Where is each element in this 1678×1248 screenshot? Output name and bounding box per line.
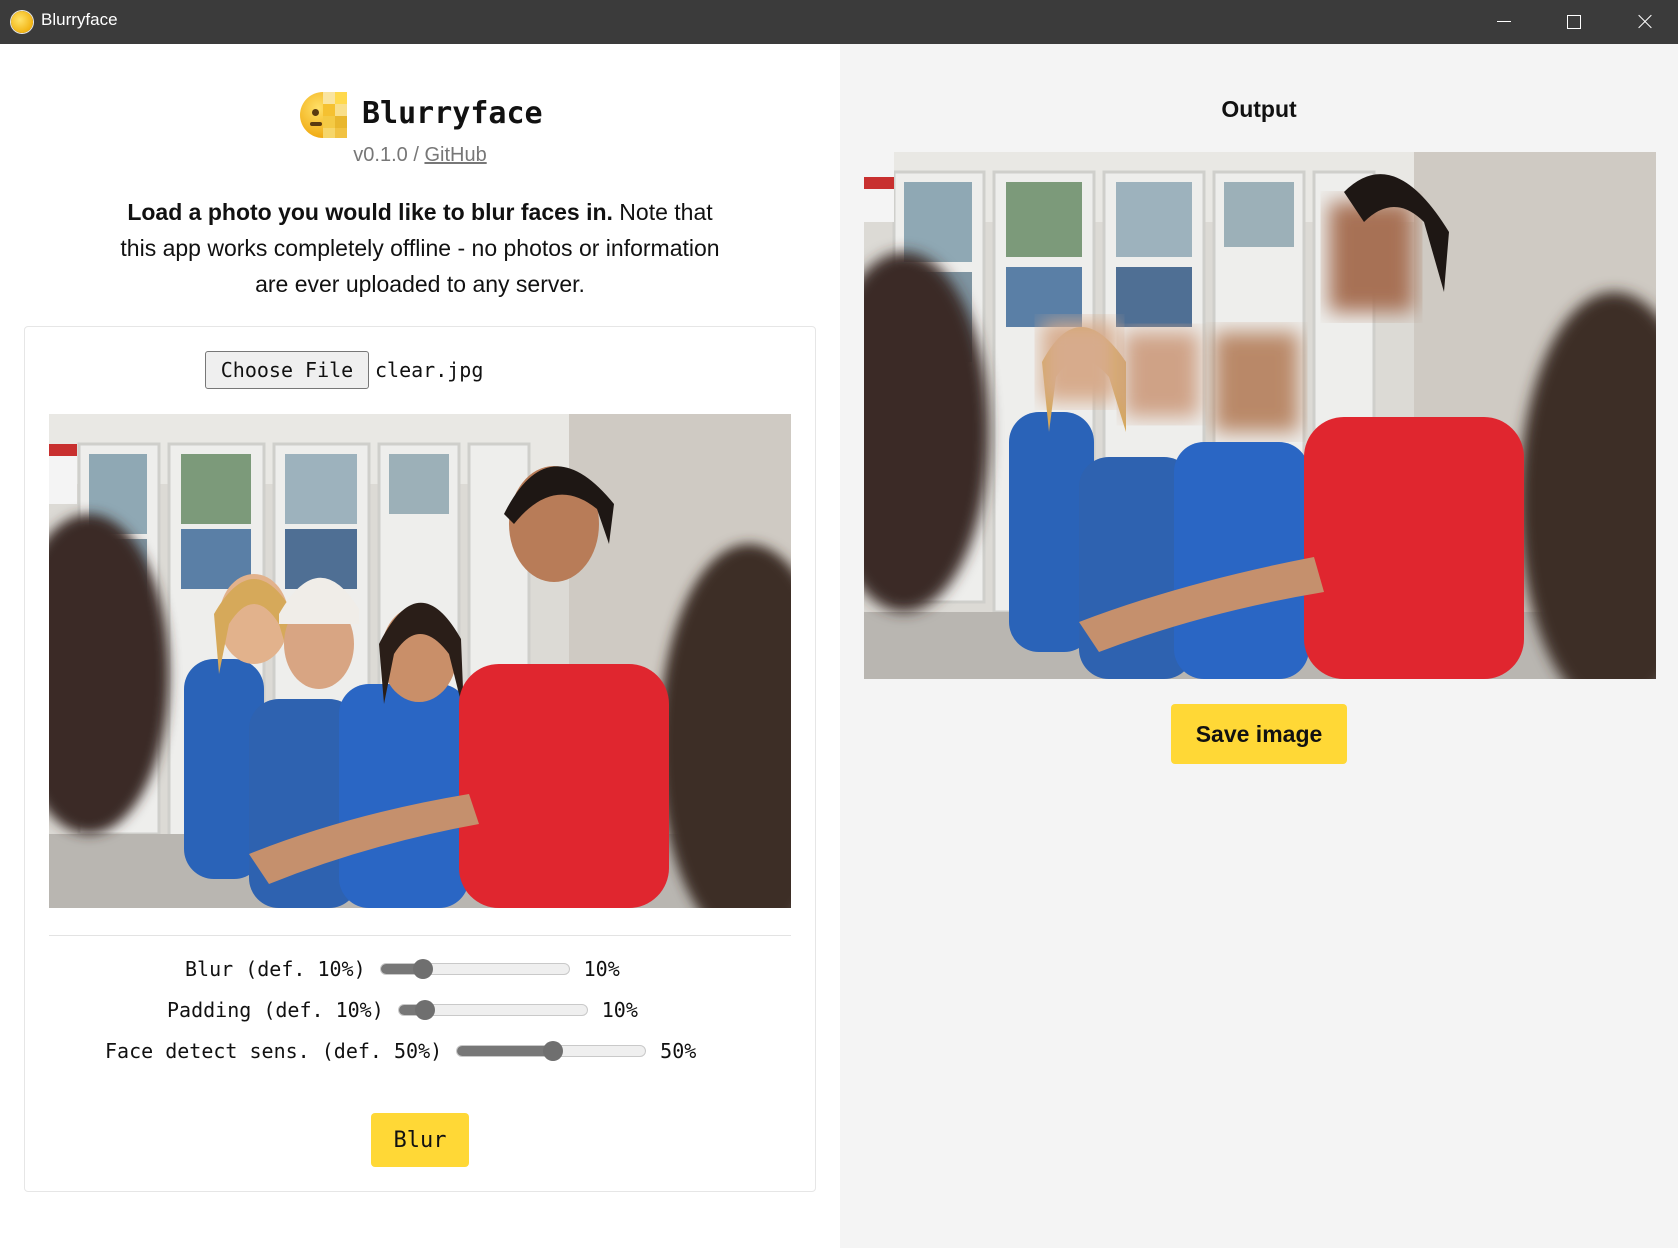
face-detect-slider-row: Face detect sens. (def. 50%) 50% <box>105 1039 696 1063</box>
divider <box>49 935 791 936</box>
window-title: Blurryface <box>41 10 118 29</box>
padding-slider-thumb[interactable] <box>414 1000 435 1020</box>
padding-slider-label: Padding (def. 10%) <box>167 998 384 1022</box>
version-line: v0.1.0 / GitHub <box>0 144 840 167</box>
minimize-button[interactable] <box>1469 0 1539 44</box>
maximize-icon <box>1567 15 1581 29</box>
blur-slider-thumb[interactable] <box>412 959 433 979</box>
blur-button[interactable]: Blur <box>371 1113 469 1167</box>
maximize-button[interactable] <box>1539 0 1609 44</box>
blur-slider-value: 10% <box>583 957 620 981</box>
output-title: Output <box>1221 96 1297 122</box>
close-button[interactable] <box>1609 0 1678 44</box>
app-heading: Blurryface <box>362 96 543 131</box>
version-separator: / <box>407 144 425 166</box>
title-bar: Blurryface <box>0 0 1678 44</box>
face-detect-slider[interactable] <box>456 1041 647 1061</box>
output-photo <box>864 152 1656 679</box>
padding-slider[interactable] <box>397 1000 588 1020</box>
blur-slider[interactable] <box>379 959 570 979</box>
input-card: Choose File clear.jpg Blur (def. 10%) 10… <box>24 326 816 1192</box>
version-text: v0.1.0 <box>353 144 408 166</box>
padding-slider-value: 10% <box>601 998 638 1022</box>
input-photo <box>49 414 791 908</box>
save-image-button[interactable]: Save image <box>1171 704 1347 764</box>
face-detect-slider-fill <box>457 1046 554 1056</box>
face-detect-slider-thumb[interactable] <box>543 1041 564 1061</box>
input-pane: Blurryface v0.1.0 / GitHub Load a photo … <box>0 44 840 1248</box>
app-icon <box>11 11 33 33</box>
blur-slider-label: Blur (def. 10%) <box>185 957 366 981</box>
blur-slider-row: Blur (def. 10%) 10% <box>185 957 620 981</box>
minimize-icon <box>1497 21 1511 22</box>
github-link[interactable]: GitHub <box>424 144 486 166</box>
choose-file-button[interactable]: Choose File <box>205 351 369 389</box>
face-detect-slider-value: 50% <box>660 1039 697 1063</box>
intro-text: Load a photo you would like to blur face… <box>120 194 720 302</box>
intro-bold: Load a photo you would like to blur face… <box>127 199 613 225</box>
face-detect-slider-label: Face detect sens. (def. 50%) <box>105 1039 443 1063</box>
padding-slider-row: Padding (def. 10%) 10% <box>167 998 638 1022</box>
file-picker: Choose File clear.jpg <box>205 351 483 389</box>
blurryface-logo-icon <box>300 92 348 140</box>
file-name: clear.jpg <box>375 358 484 382</box>
